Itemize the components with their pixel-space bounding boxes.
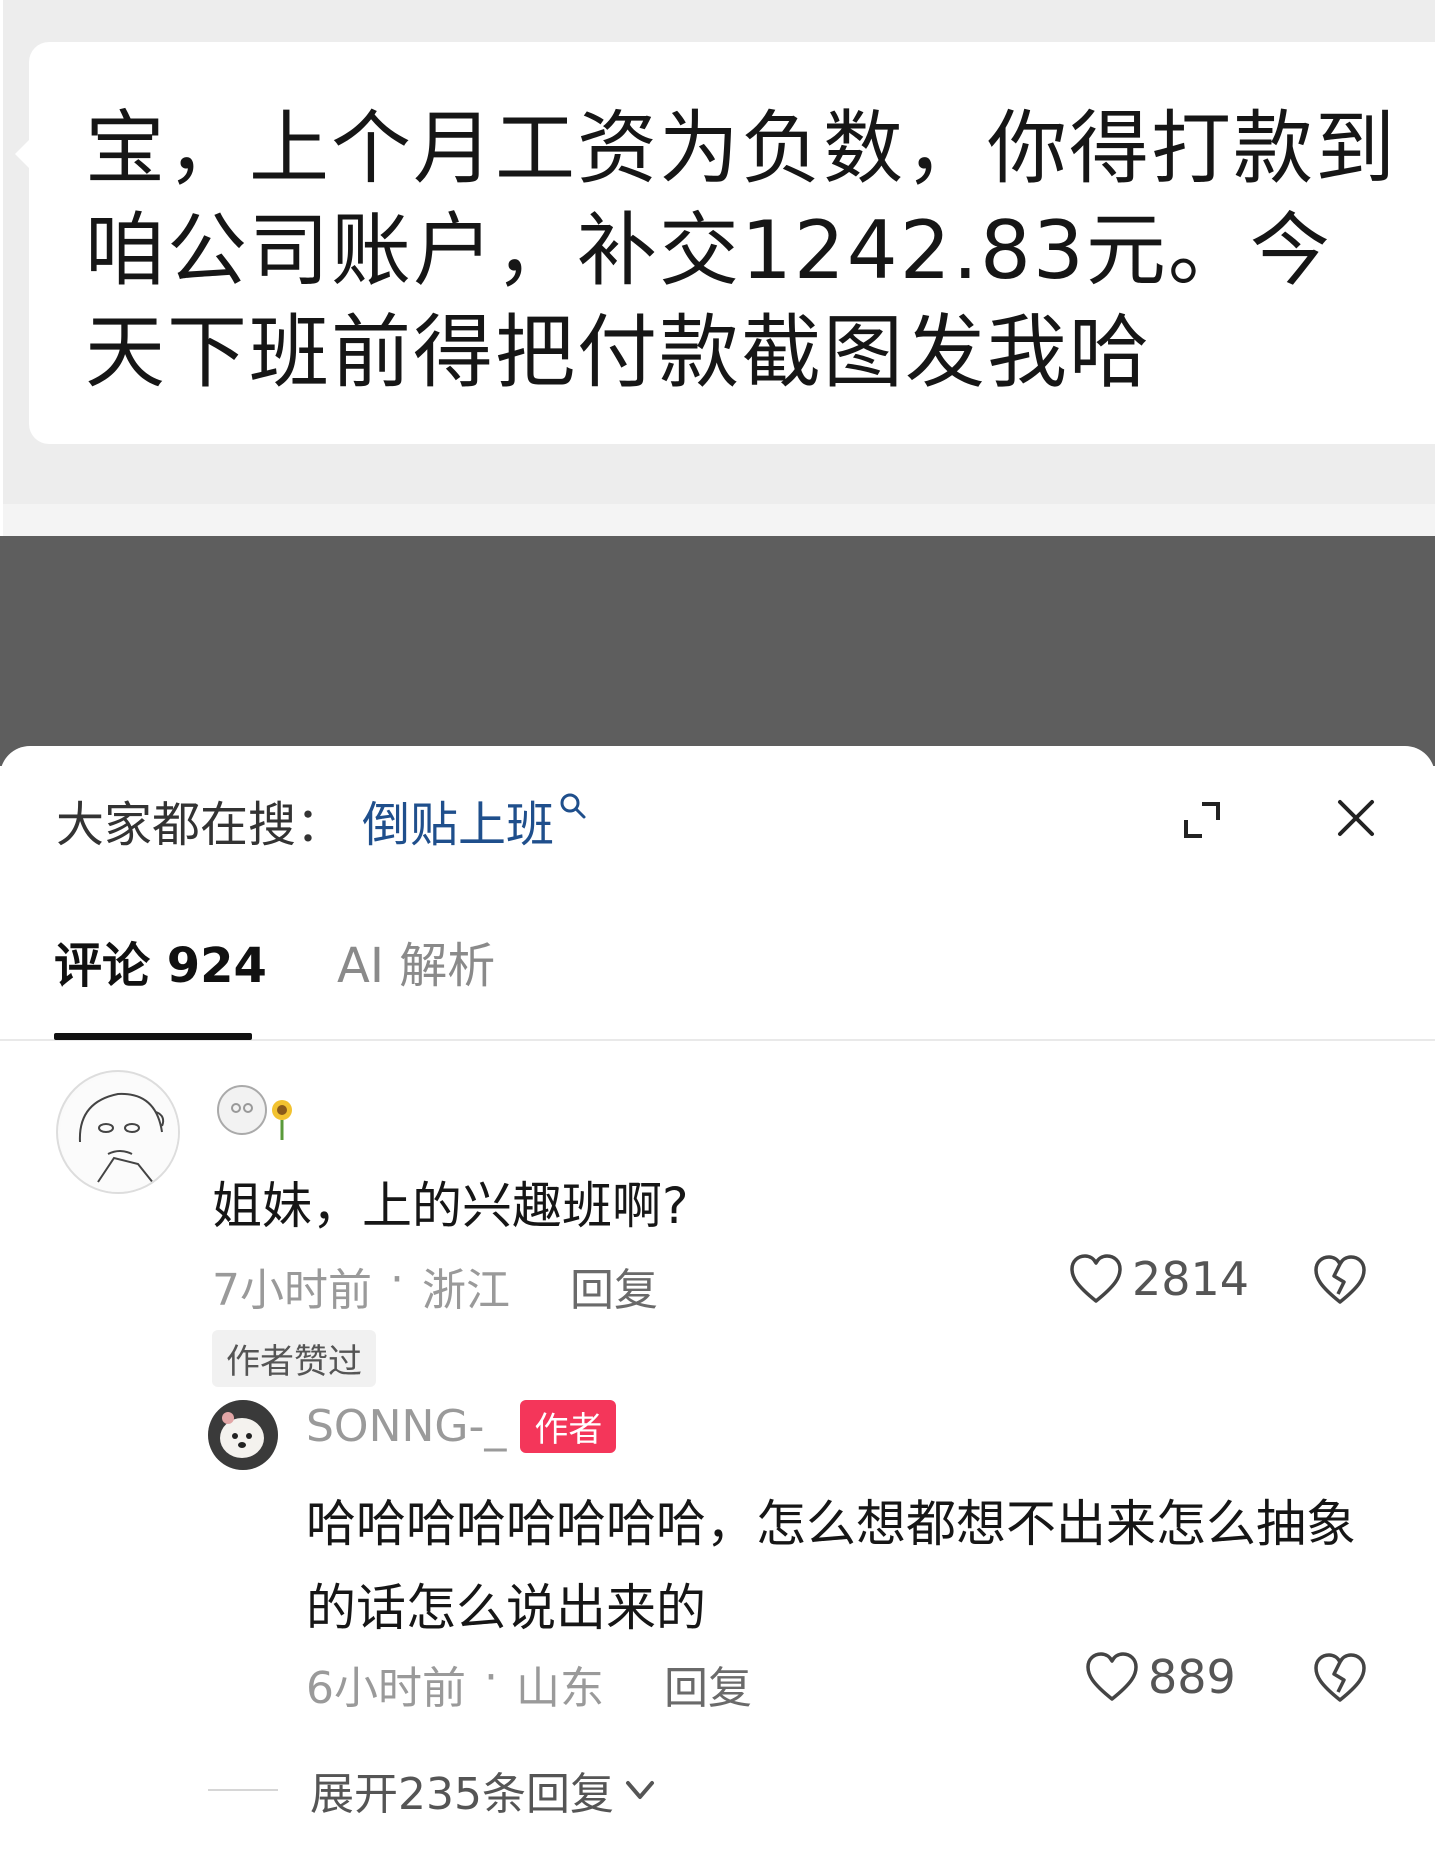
tab-bar: 评论 924 AI 解析 [0,921,1435,1041]
author-badge: 作者 [520,1400,617,1453]
reply-time: 6小时前 [306,1663,466,1714]
meme-face-icon [60,1074,178,1192]
expand-icon[interactable] [1180,798,1224,842]
dislike-icon[interactable] [1312,1254,1368,1306]
trending-search[interactable]: 大家都在搜： 倒贴上班 [56,790,588,853]
author-name-emoji-icon[interactable] [212,1076,308,1146]
reply-button[interactable]: 回复 [570,1254,658,1318]
dog-avatar-icon [208,1400,278,1470]
search-icon [560,793,586,819]
active-tab-indicator [54,1033,252,1040]
expand-replies-label: 展开235条回复 [310,1769,614,1820]
trending-search-prefix: 大家都在搜： [56,797,345,853]
comment-meta: 7小时前 · 浙江 回复 [212,1254,658,1318]
comment-text: 姐妹，上的兴趣班啊? [212,1177,689,1235]
reply-text: 哈哈哈哈哈哈哈哈，怎么想都想不出来怎么抽象的话怎么说出来的 [306,1495,1356,1637]
avatar[interactable] [56,1070,180,1194]
message-screenshot: 宝，上个月工资为负数，你得打款到咱公司账户，补交1242.83元。今天下班前得把… [0,0,1435,536]
dim-overlay [0,536,1435,766]
avatar[interactable] [208,1400,278,1470]
meta-separator: · [484,1652,498,1703]
reply-button[interactable]: 回复 [664,1652,752,1716]
comment-location: 浙江 [422,1265,510,1316]
heart-icon [1086,1652,1138,1701]
chevron-down-icon [625,1781,654,1799]
dislike-icon[interactable] [1312,1652,1368,1704]
chat-message-text: 宝，上个月工资为负数，你得打款到咱公司账户，补交1242.83元。今天下班前得把… [85,102,1397,399]
tab-ai-analysis[interactable]: AI 解析 [337,921,495,1011]
like-count: 2814 [1132,1252,1250,1306]
reply-meta: 6小时前 · 山东 回复 [306,1652,752,1716]
author-liked-tag: 作者赞过 [212,1330,376,1387]
tab-comments[interactable]: 评论 924 [54,921,267,1011]
heart-icon [1070,1254,1122,1303]
divider [208,1789,278,1791]
reply-location: 山东 [516,1663,604,1714]
reply-author-row: SONNG-_ 作者 [306,1400,617,1453]
like-button[interactable]: 889 [1084,1650,1236,1704]
chat-bubble: 宝，上个月工资为负数，你得打款到咱公司账户，补交1242.83元。今天下班前得把… [15,42,1435,444]
screenshot-footer [3,504,1435,536]
comments-panel: 大家都在搜： 倒贴上班 评论 924 AI 解析 姐妹，上的兴趣班啊? 7小时前… [0,746,1435,1849]
expand-replies-button[interactable]: 展开235条回复 [208,1758,658,1822]
meta-separator: · [390,1254,404,1305]
close-icon[interactable] [1334,796,1378,840]
like-button[interactable]: 2814 [1068,1252,1249,1306]
like-count: 889 [1148,1650,1236,1704]
trending-search-term[interactable]: 倒贴上班 [362,785,554,855]
reply-author-name[interactable]: SONNG-_ [306,1401,506,1452]
comment-time: 7小时前 [212,1265,372,1316]
